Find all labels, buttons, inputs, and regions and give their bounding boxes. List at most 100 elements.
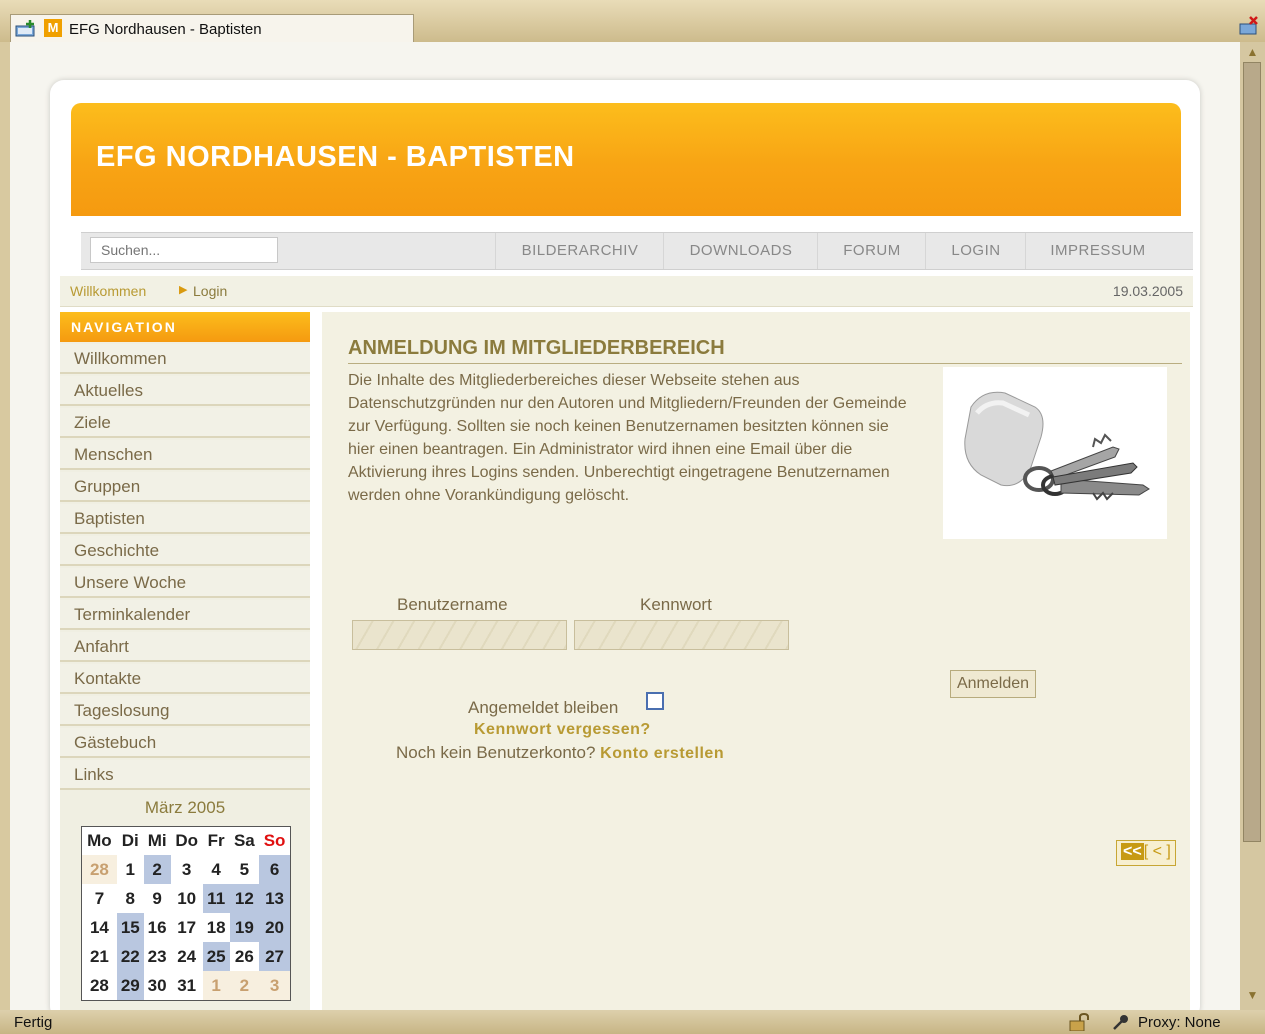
calendar-day: 8 bbox=[125, 888, 135, 908]
password-label: Kennwort bbox=[640, 595, 712, 614]
scroll-down-icon[interactable]: ▼ bbox=[1244, 987, 1261, 1004]
password-field[interactable] bbox=[574, 620, 789, 650]
sidebar-item-willkommen[interactable]: Willkommen bbox=[60, 344, 310, 374]
topnav-bilderarchiv[interactable]: BILDERARCHIV bbox=[495, 233, 664, 269]
calendar-day[interactable]: 25 bbox=[202, 942, 230, 971]
calendar-day: 7 bbox=[94, 888, 105, 908]
calendar-week-row: 21 22 23 24 25 26 27 bbox=[82, 942, 290, 971]
calendar-day: 10 bbox=[177, 888, 197, 908]
create-account-link[interactable]: Konto erstellen bbox=[600, 745, 724, 762]
calendar-day[interactable]: 13 bbox=[259, 884, 290, 913]
main-content: ANMELDUNG IM MITGLIEDERBEREICH Die Inhal… bbox=[322, 312, 1190, 1010]
browser-tab-bar: M EFG Nordhausen - Baptisten bbox=[0, 0, 1265, 45]
weekday-label: Mo bbox=[87, 831, 112, 850]
calendar-day[interactable]: 20 bbox=[259, 913, 290, 942]
site-title: EFG NORDHAUSEN - BAPTISTEN bbox=[96, 141, 575, 173]
weekday-label-sunday: So bbox=[263, 831, 286, 850]
calendar-day: 30 bbox=[147, 975, 167, 995]
sidebar-item-menschen[interactable]: Menschen bbox=[60, 440, 310, 470]
weekday-label: Do bbox=[175, 831, 198, 850]
username-field[interactable] bbox=[352, 620, 567, 650]
site-banner: EFG NORDHAUSEN - BAPTISTEN bbox=[71, 103, 1181, 216]
topnav-impressum[interactable]: IMPRESSUM bbox=[1025, 233, 1170, 269]
calendar-day[interactable]: 2 bbox=[143, 855, 171, 884]
sidebar-item-aktuelles[interactable]: Aktuelles bbox=[60, 376, 310, 406]
vertical-scrollbar[interactable]: ▲ ▼ bbox=[1240, 42, 1265, 1010]
topnav-login[interactable]: LOGIN bbox=[925, 233, 1026, 269]
calendar-day[interactable]: 29 bbox=[116, 971, 144, 1000]
calendar-day: 28 bbox=[89, 975, 109, 995]
calendar-day: 3 bbox=[259, 971, 290, 1000]
sidebar-item-ziele[interactable]: Ziele bbox=[60, 408, 310, 438]
calendar-day: 3 bbox=[181, 859, 192, 879]
calendar: Mo Di Mi Do Fr Sa So 28 1 2 3 4 5 6 7 8 … bbox=[81, 826, 291, 1001]
sidebar: NAVIGATION Willkommen Aktuelles Ziele Me… bbox=[60, 312, 310, 1010]
weekday-label: Fr bbox=[207, 831, 225, 850]
remember-me-label: Angemeldet bleiben bbox=[468, 698, 619, 717]
site-favicon-icon: M bbox=[44, 19, 62, 37]
calendar-week-row: 28 1 2 3 4 5 6 bbox=[82, 855, 290, 884]
calendar-day[interactable]: 11 bbox=[202, 884, 230, 913]
intro-text: Die Inhalte des Mitgliederbereiches dies… bbox=[348, 372, 907, 504]
calendar-day: 1 bbox=[202, 971, 230, 1000]
new-tab-icon[interactable] bbox=[15, 19, 37, 37]
top-navigation: BILDERARCHIV DOWNLOADS FORUM LOGIN IMPRE… bbox=[81, 232, 1193, 270]
sidebar-item-terminkalender[interactable]: Terminkalender bbox=[60, 600, 310, 630]
no-account-label: Noch kein Benutzerkonto? bbox=[396, 743, 596, 762]
login-submit-button[interactable]: Anmelden bbox=[950, 670, 1036, 698]
username-label: Benutzername bbox=[397, 595, 508, 614]
page-title: ANMELDUNG IM MITGLIEDERBEREICH bbox=[348, 337, 1182, 364]
sidebar-item-anfahrt[interactable]: Anfahrt bbox=[60, 632, 310, 662]
calendar-day[interactable]: 22 bbox=[116, 942, 144, 971]
scroll-up-icon[interactable]: ▲ bbox=[1244, 44, 1261, 61]
calendar-day: 24 bbox=[177, 946, 197, 966]
sidebar-item-gaestebuch[interactable]: Gästebuch bbox=[60, 728, 310, 758]
proxy-icon bbox=[1113, 1015, 1128, 1030]
status-bar: Fertig Proxy: None bbox=[0, 1010, 1265, 1034]
calendar-day: 23 bbox=[147, 946, 167, 966]
calendar-day[interactable]: 15 bbox=[116, 913, 144, 942]
calendar-day[interactable]: 12 bbox=[229, 884, 260, 913]
sidebar-item-gruppen[interactable]: Gruppen bbox=[60, 472, 310, 502]
weekday-label: Sa bbox=[233, 831, 255, 850]
calendar-day: 26 bbox=[234, 946, 254, 966]
status-text: Fertig bbox=[14, 1014, 53, 1031]
calendar-day: 9 bbox=[152, 888, 162, 908]
weekday-label: Di bbox=[121, 831, 139, 850]
sidebar-item-geschichte[interactable]: Geschichte bbox=[60, 536, 310, 566]
calendar-weekday-row: Mo Di Mi Do Fr Sa So bbox=[82, 827, 290, 855]
sidebar-item-kontakte[interactable]: Kontakte bbox=[60, 664, 310, 694]
topnav-downloads[interactable]: DOWNLOADS bbox=[663, 233, 818, 269]
calendar-week-row: 7 8 9 10 11 12 13 bbox=[82, 884, 290, 913]
sidebar-item-links[interactable]: Links bbox=[60, 760, 310, 790]
topnav-forum[interactable]: FORUM bbox=[817, 233, 926, 269]
scrollbar-thumb[interactable] bbox=[1243, 62, 1261, 842]
breadcrumb-arrow-icon: ▶ bbox=[179, 284, 188, 296]
calendar-day: 28 bbox=[82, 855, 117, 884]
weekday-label: Mi bbox=[147, 831, 167, 850]
calendar-week-row: 14 15 16 17 18 19 20 bbox=[82, 913, 290, 942]
calendar-day[interactable]: 6 bbox=[259, 855, 290, 884]
sidebar-item-baptisten[interactable]: Baptisten bbox=[60, 504, 310, 534]
calendar-day: 2 bbox=[229, 971, 260, 1000]
calendar-day: 5 bbox=[239, 859, 250, 879]
remember-me-checkbox[interactable] bbox=[646, 692, 664, 710]
keys-image bbox=[943, 367, 1167, 539]
calendar-day: 18 bbox=[206, 917, 226, 937]
proxy-status[interactable]: Proxy: None bbox=[1138, 1014, 1221, 1031]
previous-page-button[interactable]: [ < ] bbox=[1144, 843, 1171, 860]
browser-tab[interactable]: M EFG Nordhausen - Baptisten bbox=[10, 14, 414, 45]
search-input[interactable] bbox=[90, 237, 278, 263]
browser-viewport: EFG NORDHAUSEN - BAPTISTEN BILDERARCHIV … bbox=[10, 42, 1240, 1010]
close-tab-icon[interactable] bbox=[1239, 16, 1259, 36]
first-page-button[interactable]: << bbox=[1121, 843, 1144, 860]
breadcrumb-home-link[interactable]: Willkommen bbox=[70, 283, 146, 299]
calendar-day[interactable]: 19 bbox=[229, 913, 260, 942]
calendar-day: 1 bbox=[125, 859, 135, 879]
forgot-password-link[interactable]: Kennwort vergessen? bbox=[474, 721, 651, 739]
sidebar-item-unsere-woche[interactable]: Unsere Woche bbox=[60, 568, 310, 598]
no-account-text: Noch kein Benutzerkonto? Konto erstellen bbox=[396, 743, 724, 763]
calendar-day[interactable]: 27 bbox=[259, 942, 290, 971]
sidebar-item-tageslosung[interactable]: Tageslosung bbox=[60, 696, 310, 726]
sidebar-header: NAVIGATION bbox=[60, 312, 310, 342]
